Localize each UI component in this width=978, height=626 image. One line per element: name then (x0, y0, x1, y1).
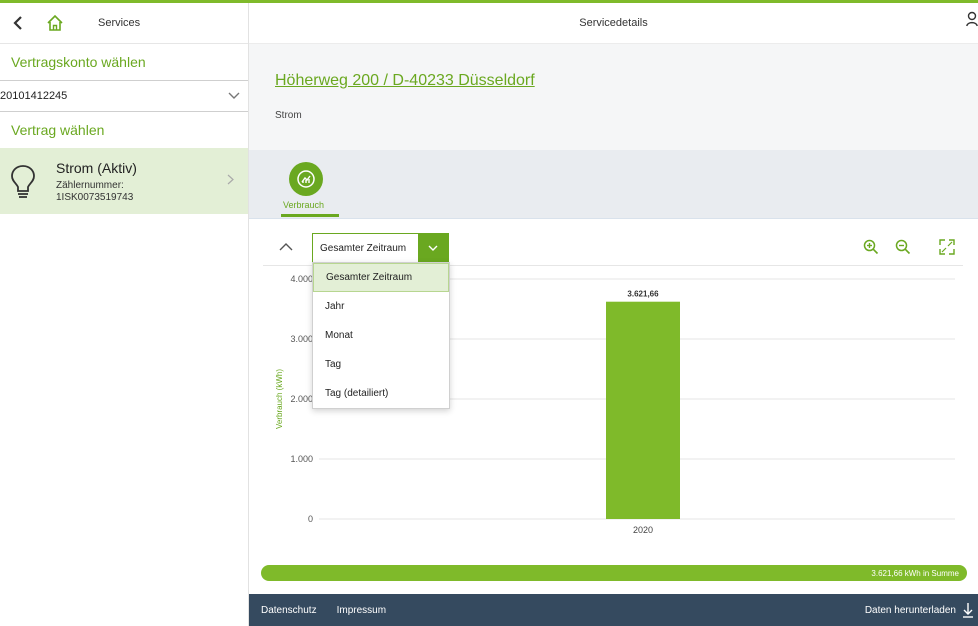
back-button[interactable] (6, 8, 30, 38)
chevron-down-icon (428, 245, 438, 251)
period-select-value: Gesamter Zeitraum (320, 242, 407, 254)
chevron-up-icon (279, 243, 293, 251)
data-label: 3.621,66 (627, 290, 659, 299)
download-link[interactable]: Daten herunterladen (865, 605, 956, 616)
meter-number: 1ISK0073519743 (56, 192, 134, 203)
bar (606, 301, 680, 519)
y-tick-label: 0 (308, 514, 313, 524)
contract-list-item[interactable]: Strom (Aktiv) Zählernummer: 1ISK00735197… (0, 148, 248, 214)
consumption-chart-icon (297, 170, 315, 188)
tab-consumption-label: Verbrauch (283, 200, 325, 210)
master-panel: Services Vertragskonto wählen 2010141224… (0, 3, 249, 626)
contract-text: Strom (Aktiv) Zählernummer: 1ISK00735197… (56, 160, 137, 204)
zoom-out-icon (895, 239, 911, 255)
tab-bar: Verbrauch (249, 150, 978, 220)
collapse-button[interactable] (279, 239, 293, 257)
address-link[interactable]: Höherweg 200 / D-40233 Düsseldorf (275, 72, 535, 90)
y-tick-label: 3.000 (290, 334, 313, 344)
period-dropdown-list: Gesamter Zeitraum Jahr Monat Tag Tag (detail… (312, 262, 450, 409)
footer-bar: Datenschutz Impressum Daten herunterlade… (249, 594, 978, 626)
contract-meter: Zählernummer: 1ISK0073519743 (56, 180, 137, 204)
privacy-link[interactable]: Datenschutz (261, 605, 317, 616)
download-icon[interactable] (962, 602, 974, 621)
summary-bar: 3.621,66 kWh in Summe (261, 565, 967, 581)
period-select-toggle[interactable] (418, 234, 448, 262)
energy-type-label: Strom (275, 110, 302, 121)
x-tick-label: 2020 (633, 525, 653, 535)
account-select[interactable]: 20101412245 (0, 80, 248, 112)
tab-selected-indicator (281, 214, 339, 217)
chevron-down-icon (228, 92, 240, 99)
period-option[interactable]: Tag (313, 350, 449, 379)
home-icon (47, 14, 63, 31)
detail-title: Servicedetails (579, 17, 648, 29)
detail-header: Servicedetails (249, 3, 978, 44)
y-tick-label: 4.000 (290, 274, 313, 284)
chart-toolbar: Gesamter Zeitraum (249, 233, 978, 265)
meter-label: Zählernummer: (56, 180, 124, 191)
period-option[interactable]: Monat (313, 321, 449, 350)
account-select-value: 20101412245 (0, 90, 68, 102)
master-header: Services (0, 3, 248, 44)
zoom-in-icon (863, 239, 879, 255)
period-select[interactable]: Gesamter Zeitraum (312, 233, 449, 263)
account-section-label: Vertragskonto wählen (11, 54, 146, 70)
contract-section-label: Vertrag wählen (11, 122, 105, 138)
fullscreen-button[interactable] (939, 239, 955, 260)
summary-text: 3.621,66 kWh in Summe (871, 568, 959, 578)
period-option[interactable]: Jahr (313, 292, 449, 321)
master-title: Services (98, 17, 141, 29)
zoom-in-button[interactable] (863, 239, 879, 260)
y-axis-label: Verbrauch (kWh) (275, 369, 284, 429)
y-tick-label: 2.000 (290, 394, 313, 404)
y-tick-label: 1.000 (290, 454, 313, 464)
contract-title: Strom (Aktiv) (56, 160, 137, 176)
period-option[interactable]: Tag (detailiert) (313, 379, 449, 408)
imprint-link[interactable]: Impressum (337, 605, 386, 616)
chevron-right-icon (227, 174, 234, 188)
fullscreen-icon (939, 239, 955, 255)
zoom-out-button[interactable] (895, 239, 911, 260)
chevron-left-icon (13, 16, 22, 30)
lightbulb-icon (11, 165, 35, 198)
object-header: Höherweg 200 / D-40233 Düsseldorf Strom (249, 44, 978, 150)
period-option[interactable]: Gesamter Zeitraum (313, 263, 449, 292)
home-button[interactable] (42, 8, 68, 38)
tab-consumption[interactable] (289, 162, 323, 196)
user-icon[interactable] (966, 11, 978, 30)
